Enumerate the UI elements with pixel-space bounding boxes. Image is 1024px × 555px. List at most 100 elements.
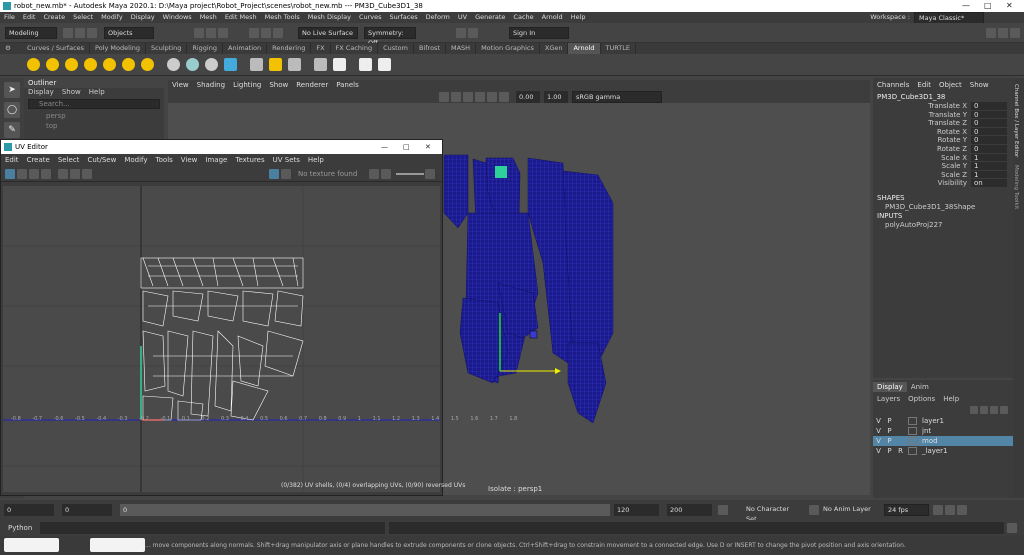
lasso-tool-icon[interactable]: ◯ [4, 102, 20, 118]
layer-row[interactable]: V P R _layer1 [873, 446, 1013, 456]
menu-file[interactable]: File [0, 12, 19, 23]
uv-filter-icon[interactable] [82, 168, 92, 179]
new-layer-selected-icon[interactable] [1000, 406, 1008, 414]
tab-poly-modeling[interactable]: Poly Modeling [90, 43, 146, 54]
menu-uv[interactable]: UV [454, 12, 471, 23]
select-by-component-icon[interactable] [218, 27, 228, 38]
uv-image-grid-icon[interactable] [281, 168, 291, 179]
uv-menu-cut-sew[interactable]: Cut/Sew [83, 154, 120, 166]
vp-menu-view[interactable]: View [168, 80, 193, 91]
layers-menu-help[interactable]: Help [939, 394, 963, 404]
uv-display-icon[interactable] [5, 168, 15, 179]
eye-icon[interactable] [359, 58, 372, 71]
uv-menu-modify[interactable]: Modify [120, 154, 151, 166]
selection-mode-dropdown[interactable]: Objects [104, 26, 154, 39]
shape-name[interactable]: PM3D_Cube3D1_38Shape [873, 203, 1013, 212]
vp-tool-icon[interactable] [439, 92, 449, 102]
menu-mesh-display[interactable]: Mesh Display [304, 12, 355, 23]
prefs-icon[interactable] [957, 505, 967, 515]
tx-manager-icon[interactable] [250, 58, 263, 71]
paint-select-icon[interactable]: ✎ [4, 122, 20, 138]
vp-menu-lighting[interactable]: Lighting [229, 80, 265, 91]
uv-shaded-icon[interactable] [17, 168, 27, 179]
menu-arnold[interactable]: Arnold [538, 12, 567, 23]
command-language[interactable]: Python [0, 524, 40, 532]
export-standin-icon[interactable] [224, 58, 237, 71]
channel-translate-y[interactable]: Translate Y0 [873, 110, 1013, 120]
uv-distortion-icon[interactable] [29, 168, 39, 179]
menu-modify[interactable]: Modify [97, 12, 127, 23]
script-editor-icon[interactable] [1007, 523, 1017, 533]
outliner-menu-show[interactable]: Show [58, 88, 85, 97]
channel-visibility[interactable]: Visibility on [873, 179, 1013, 188]
render-icon[interactable] [456, 27, 466, 38]
range-slider-bar[interactable]: 0 [120, 504, 610, 516]
uv-menu-create[interactable]: Create [23, 154, 54, 166]
end-time-field[interactable]: 200 [667, 504, 712, 516]
outliner-item-top[interactable]: top [24, 121, 164, 131]
volume-icon[interactable] [186, 58, 199, 71]
menu-select[interactable]: Select [69, 12, 97, 23]
ipr-icon[interactable] [468, 27, 478, 38]
new-layer-icon[interactable] [990, 406, 998, 414]
standin-icon[interactable] [167, 58, 180, 71]
outliner-item-persp[interactable]: persp [24, 111, 164, 121]
menu-curves[interactable]: Curves [355, 12, 386, 23]
exposure-icon[interactable] [381, 168, 392, 179]
material-icon[interactable] [314, 58, 327, 71]
vp-tool-icon[interactable] [463, 92, 473, 102]
fps-dropdown[interactable]: 24 fps [884, 504, 929, 516]
dice-icon[interactable] [333, 58, 346, 71]
channel-menu-edit[interactable]: Edit [913, 78, 935, 92]
character-set-dropdown[interactable]: No Character Set [743, 504, 803, 523]
select-tool-icon[interactable]: ➤ [4, 82, 20, 98]
open-scene-icon[interactable] [75, 27, 85, 38]
channel-rotate-y[interactable]: Rotate Y0 [873, 136, 1013, 145]
skydome-light-icon[interactable] [103, 58, 116, 71]
refresh-icon[interactable] [369, 168, 380, 179]
vp-menu-show[interactable]: Show [265, 80, 292, 91]
uv-menu-select[interactable]: Select [54, 154, 84, 166]
close-icon[interactable]: ✕ [425, 140, 431, 154]
uv-menu-view[interactable]: View [177, 154, 202, 166]
taskbar-app-2[interactable] [90, 538, 145, 552]
snap-grid-icon[interactable] [249, 27, 259, 38]
tab-anim-layers[interactable]: Anim [907, 382, 933, 392]
move-layer-down-icon[interactable] [980, 406, 988, 414]
uv-menu-textures[interactable]: Textures [231, 154, 268, 166]
vp-tool-icon[interactable] [487, 92, 497, 102]
shelf-menu-icon[interactable]: ⚙ [0, 43, 22, 54]
exposure-slider[interactable] [396, 172, 425, 175]
workspace-dropdown[interactable]: Maya Classic* [914, 11, 984, 24]
loop-icon[interactable] [933, 505, 943, 515]
maximize-icon[interactable]: □ [984, 1, 992, 10]
license-icon[interactable] [288, 58, 301, 71]
uv-menu-tools[interactable]: Tools [152, 154, 177, 166]
tab-sculpting[interactable]: Sculpting [146, 43, 188, 54]
menu-mesh[interactable]: Mesh [196, 12, 221, 23]
move-layer-up-icon[interactable] [970, 406, 978, 414]
layers-menu-options[interactable]: Options [904, 394, 939, 404]
curve-collector-icon[interactable] [205, 58, 218, 71]
photometric-light-icon[interactable] [84, 58, 97, 71]
uv-checker-icon[interactable] [41, 168, 51, 179]
layout-icon[interactable] [986, 27, 996, 38]
layers-menu-layers[interactable]: Layers [873, 394, 904, 404]
new-scene-icon[interactable] [63, 27, 73, 38]
channel-menu-object[interactable]: Object [935, 78, 966, 92]
channel-scale-y[interactable]: Scale Y1 [873, 162, 1013, 171]
light-portal-icon[interactable] [122, 58, 135, 71]
menu-cache[interactable]: Cache [509, 12, 537, 23]
outliner-menu-help[interactable]: Help [85, 88, 109, 97]
auto-key-icon[interactable] [945, 505, 955, 515]
exposure-field[interactable]: 0.00 [516, 91, 540, 103]
select-by-object-icon[interactable] [206, 27, 216, 38]
render-view-icon[interactable] [27, 58, 40, 71]
tab-bifrost[interactable]: Bifrost [414, 43, 446, 54]
tab-fx-caching[interactable]: FX Caching [331, 43, 379, 54]
tab-fx[interactable]: FX [311, 43, 331, 54]
gamma-icon[interactable] [425, 168, 436, 179]
uv-snap-icon[interactable] [70, 168, 80, 179]
uv-menu-edit[interactable]: Edit [1, 154, 23, 166]
menu-generate[interactable]: Generate [471, 12, 509, 23]
